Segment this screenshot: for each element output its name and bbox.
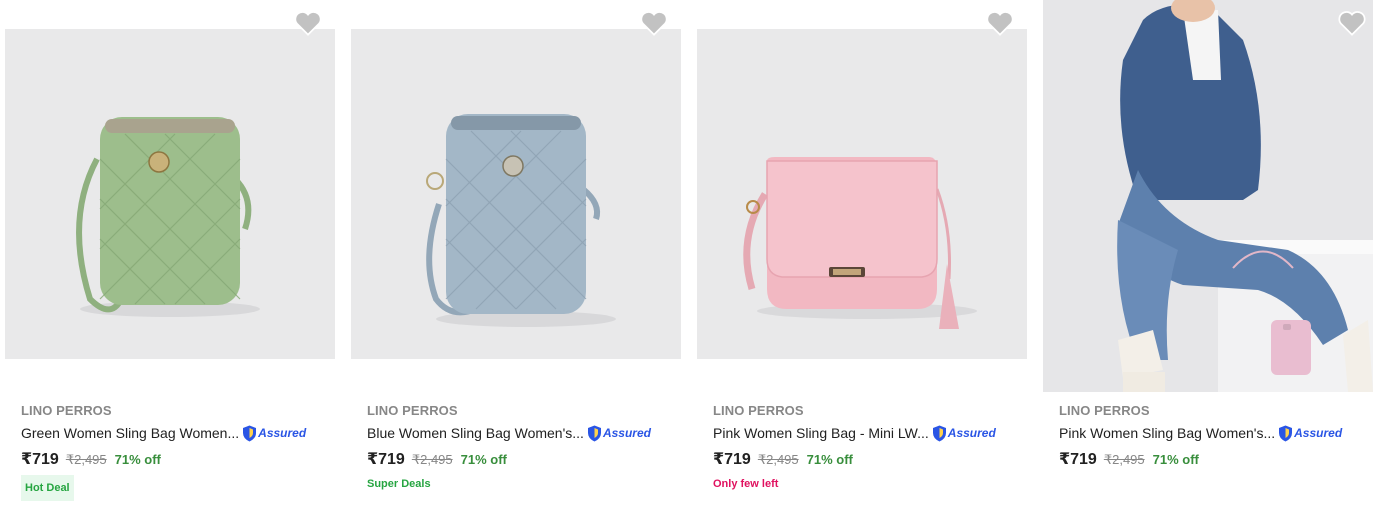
deal-tag: Super Deals [367, 478, 431, 490]
selling-price: ₹719 [713, 451, 751, 468]
heart-icon[interactable] [294, 10, 322, 36]
product-image[interactable] [697, 29, 1027, 359]
blue-sling-bag-illustration [351, 29, 681, 359]
selling-price: ₹719 [21, 451, 59, 468]
model-with-pink-sling-bag-illustration [1043, 0, 1373, 392]
product-title[interactable]: Pink Women Sling Bag - Mini LW... [713, 424, 929, 442]
stock-tag: Only few left [713, 478, 779, 490]
product-info: LINO PERROS Pink Women Sling Bag - Mini … [713, 403, 1033, 492]
product-image[interactable] [351, 29, 681, 359]
selling-price: ₹719 [1059, 451, 1097, 468]
discount-label: 71% off [114, 452, 161, 467]
product-info: LINO PERROS Green Women Sling Bag Women.… [21, 403, 341, 501]
product-brand: LINO PERROS [367, 403, 458, 418]
product-title[interactable]: Green Women Sling Bag Women... [21, 424, 239, 442]
product-info: LINO PERROS Pink Women Sling Bag Women's… [1059, 403, 1378, 469]
pink-sling-bag-illustration [697, 29, 1027, 359]
assured-label: Assured [258, 426, 307, 440]
assured-shield-icon [932, 425, 946, 441]
discount-label: 71% off [460, 452, 507, 467]
product-grid: LINO PERROS Green Women Sling Bag Women.… [0, 0, 1378, 510]
title-row: Pink Women Sling Bag - Mini LW... Assure… [713, 424, 1033, 442]
product-info: LINO PERROS Blue Women Sling Bag Women's… [367, 403, 687, 492]
assured-label: Assured [1294, 426, 1343, 440]
title-row: Pink Women Sling Bag Women's... Assured [1059, 424, 1378, 442]
assured-shield-icon [1279, 425, 1293, 441]
product-image[interactable] [5, 29, 335, 359]
original-price: ₹2,495 [65, 452, 107, 467]
price-row: ₹719 ₹2,495 71% off [713, 449, 1033, 469]
product-card[interactable]: LINO PERROS Pink Women Sling Bag Women's… [1038, 0, 1378, 510]
assured-badge: Assured [932, 424, 996, 442]
product-card[interactable]: LINO PERROS Pink Women Sling Bag - Mini … [692, 0, 1038, 510]
product-brand: LINO PERROS [21, 403, 112, 418]
product-title[interactable]: Blue Women Sling Bag Women's... [367, 424, 584, 442]
deal-tag: Hot Deal [21, 475, 74, 501]
product-title[interactable]: Pink Women Sling Bag Women's... [1059, 424, 1275, 442]
product-image[interactable] [1043, 0, 1373, 392]
title-row: Green Women Sling Bag Women... Assured [21, 424, 341, 442]
price-row: ₹719 ₹2,495 71% off [21, 449, 341, 469]
price-row: ₹719 ₹2,495 71% off [1059, 449, 1378, 469]
title-row: Blue Women Sling Bag Women's... Assured [367, 424, 687, 442]
assured-badge: Assured [587, 424, 651, 442]
original-price: ₹2,495 [411, 452, 453, 467]
original-price: ₹2,495 [1103, 452, 1145, 467]
discount-label: 71% off [1152, 452, 1199, 467]
product-brand: LINO PERROS [1059, 403, 1150, 418]
assured-label: Assured [947, 426, 996, 440]
green-sling-bag-illustration [5, 29, 335, 359]
product-brand: LINO PERROS [713, 403, 804, 418]
discount-label: 71% off [806, 452, 853, 467]
selling-price: ₹719 [367, 451, 405, 468]
assured-badge: Assured [1278, 424, 1342, 442]
price-row: ₹719 ₹2,495 71% off [367, 449, 687, 469]
product-card[interactable]: LINO PERROS Blue Women Sling Bag Women's… [346, 0, 692, 510]
heart-icon[interactable] [986, 10, 1014, 36]
original-price: ₹2,495 [757, 452, 799, 467]
assured-badge: Assured [242, 424, 306, 442]
product-card[interactable]: LINO PERROS Green Women Sling Bag Women.… [0, 0, 346, 510]
assured-shield-icon [587, 425, 601, 441]
assured-shield-icon [243, 425, 257, 441]
heart-icon[interactable] [640, 10, 668, 36]
assured-label: Assured [602, 426, 651, 440]
heart-icon[interactable] [1338, 10, 1366, 36]
